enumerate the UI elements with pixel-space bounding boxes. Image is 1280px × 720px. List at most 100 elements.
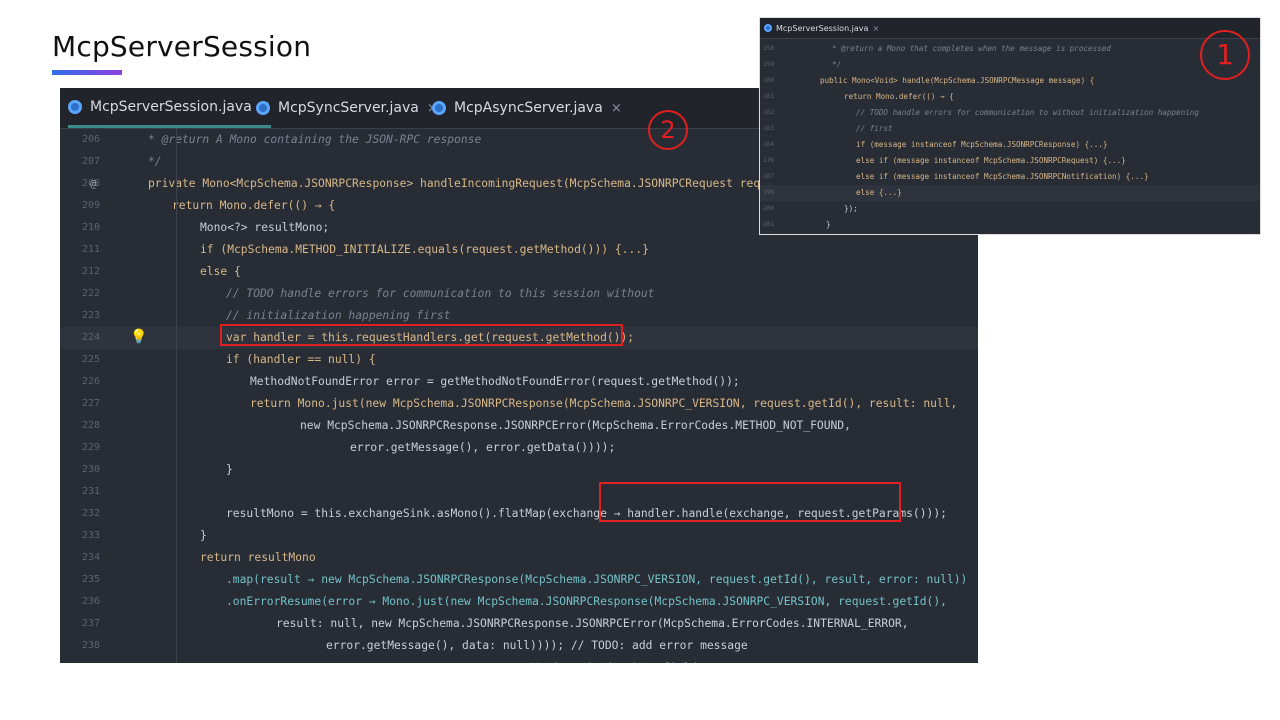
code-text[interactable]: else { [200, 261, 241, 283]
code-line[interactable]: 236 .onErrorResume(error → Mono.just(new … [60, 591, 978, 613]
inset-code-area[interactable]: 158 * @return a Mono that completes when … [760, 41, 1260, 234]
title-underline [52, 70, 122, 75]
line-number: 227 [81, 398, 100, 409]
code-text[interactable]: result: null, new McpSchema.JSONRPCRespo… [276, 613, 909, 635]
code-text[interactable]: return Mono.just(new McpSchema.JSONRPCRe… [250, 393, 957, 415]
code-text[interactable]: // TODO handle errors for communication … [856, 105, 1199, 121]
line-number: 158 [763, 45, 774, 52]
inset-editor[interactable]: McpServerSession.java × 158 * @return a M… [760, 18, 1260, 234]
override-gutter-icon[interactable]: @ [90, 177, 97, 190]
line-number: 225 [81, 354, 100, 365]
code-line[interactable]: 233} [60, 525, 978, 547]
inset-code-line[interactable]: 159 */ [760, 57, 1260, 73]
inset-code-line[interactable]: 196 else {...} [760, 185, 1260, 201]
line-number: 201 [763, 221, 774, 228]
line-number: 223 [81, 310, 100, 321]
code-line[interactable]: 237 result: null, new McpSchema.JSONRPCRe… [60, 613, 978, 635]
code-line[interactable]: 229 error.getMessage(), error.getData()))… [60, 437, 978, 459]
code-text[interactable]: return resultMono [200, 547, 316, 569]
java-class-icon [68, 99, 82, 114]
code-line[interactable]: 228 new McpSchema.JSONRPCResponse.JSONRPC… [60, 415, 978, 437]
code-text[interactable]: if (McpSchema.METHOD_INITIALIZE.equals(r… [200, 239, 649, 261]
inset-code-line[interactable]: 163 // first [760, 121, 1260, 137]
code-text[interactable]: // first [856, 121, 893, 137]
code-line[interactable]: 226 MethodNotFoundError error = getMethod… [60, 371, 978, 393]
code-line[interactable]: 225 if (handler == null) { [60, 349, 978, 371]
line-number: 238 [81, 640, 100, 651]
code-line[interactable]: 239 // through the data field [60, 657, 978, 663]
code-text[interactable]: } [826, 217, 831, 233]
inset-code-line[interactable]: 158 * @return a Mono that completes when … [760, 41, 1260, 57]
callout-two: 2 [648, 110, 688, 150]
code-text[interactable]: } [226, 459, 233, 481]
line-number: 164 [763, 141, 774, 148]
line-number: 230 [81, 464, 100, 475]
tab-label: McpServerSession.java [776, 23, 869, 33]
inset-tab-bar: McpServerSession.java × [760, 18, 1260, 39]
code-line[interactable]: 212 else { [60, 261, 978, 283]
code-text[interactable]: private Mono<McpSchema.JSONRPCResponse> … [148, 173, 808, 195]
code-line[interactable]: 235 .map(result → new McpSchema.JSONRPCRe… [60, 569, 978, 591]
line-number: 239 [60, 657, 100, 663]
code-text[interactable]: new McpSchema.JSONRPCResponse.JSONRPCErr… [300, 415, 851, 437]
tab-label: McpAsyncServer.java [454, 100, 603, 116]
code-text[interactable]: public Mono<Void> handle(McpSchema.JSONR… [820, 73, 1094, 89]
tab-mcp-sync-server[interactable]: McpSyncServer.java × [256, 88, 438, 128]
code-text[interactable]: * @return A Mono containing the JSON-RPC… [148, 129, 481, 151]
inset-code-line[interactable]: 176 else if (message instanceof McpSchema… [760, 153, 1260, 169]
lightbulb-icon[interactable]: 💡 [130, 330, 147, 344]
tab-mcp-async-server[interactable]: McpAsyncServer.java × [432, 88, 622, 128]
inset-code-line[interactable]: 164 if (message instanceof McpSchema.JSON… [760, 137, 1260, 153]
code-text[interactable]: .onErrorResume(error → Mono.just(new Mcp… [226, 591, 947, 613]
code-text[interactable]: .map(result → new McpSchema.JSONRPCRespo… [226, 569, 967, 591]
code-text[interactable]: else if (message instanceof McpSchema.JS… [856, 153, 1126, 169]
code-text[interactable]: */ [148, 151, 162, 173]
inset-code-line[interactable]: 162 // TODO handle errors for communicati… [760, 105, 1260, 121]
line-number: 229 [81, 442, 100, 453]
code-text[interactable]: * @return a Mono that completes when the… [832, 41, 1111, 57]
inset-code-line[interactable]: 161 return Mono.defer(() → { [760, 89, 1260, 105]
code-text[interactable]: if (message instanceof McpSchema.JSONRPC… [856, 137, 1107, 153]
code-text[interactable]: else {...} [856, 185, 902, 201]
code-text[interactable]: // through the data field [526, 657, 696, 663]
code-text[interactable]: // TODO handle errors for communication … [226, 283, 654, 305]
code-text[interactable]: */ [832, 57, 841, 73]
code-line[interactable]: 227 return Mono.just(new McpSchema.JSONRP… [60, 393, 978, 415]
inset-code-line[interactable]: 160 public Mono<Void> handle(McpSchema.JS… [760, 73, 1260, 89]
code-line[interactable]: 222 // TODO handle errors for communicati… [60, 283, 978, 305]
code-line[interactable]: 234 return resultMono [60, 547, 978, 569]
code-text[interactable]: MethodNotFoundError error = getMethodNot… [250, 371, 740, 393]
code-text[interactable]: }); [844, 201, 858, 217]
code-text[interactable]: error.getMessage(), error.getData()))); [350, 437, 615, 459]
gutter-divider [176, 129, 177, 663]
line-number: 235 [81, 574, 100, 585]
line-number: 222 [81, 288, 100, 299]
line-number: 237 [81, 618, 100, 629]
code-text[interactable]: if (handler == null) { [226, 349, 376, 371]
line-number: 162 [763, 109, 774, 116]
java-class-icon [432, 101, 446, 115]
inset-code-line[interactable]: 201} [760, 217, 1260, 233]
page-title: McpServerSession [52, 30, 312, 63]
code-line[interactable]: 238 error.getMessage(), data: null)))); /… [60, 635, 978, 657]
line-number: 163 [763, 125, 774, 132]
tab-label: McpSyncServer.java [278, 100, 419, 116]
code-line[interactable]: 211 if (McpSchema.METHOD_INITIALIZE.equal… [60, 239, 978, 261]
inset-code-line[interactable]: 187 else if (message instanceof McpSchema… [760, 169, 1260, 185]
code-text[interactable]: return Mono.defer(() → { [844, 89, 954, 105]
code-text[interactable]: error.getMessage(), data: null)))); // T… [326, 635, 748, 657]
line-number: 187 [763, 173, 774, 180]
code-text[interactable]: else if (message instanceof McpSchema.JS… [856, 169, 1149, 185]
tab-label: McpServerSession.java [90, 98, 252, 115]
code-line[interactable]: 230} [60, 459, 978, 481]
code-text[interactable]: return Mono.defer(() → { [172, 195, 335, 217]
tab-mcp-server-session[interactable]: McpServerSession.java × [68, 88, 271, 128]
close-icon[interactable]: × [611, 101, 622, 116]
inset-tab-mcp-server-session[interactable]: McpServerSession.java × [764, 18, 879, 38]
inset-code-line[interactable]: 200}); [760, 201, 1260, 217]
code-text[interactable]: } [200, 525, 207, 547]
close-icon[interactable]: × [872, 24, 879, 33]
line-number: 196 [763, 189, 774, 196]
java-class-icon [256, 101, 270, 115]
code-text[interactable]: Mono<?> resultMono; [200, 217, 329, 239]
